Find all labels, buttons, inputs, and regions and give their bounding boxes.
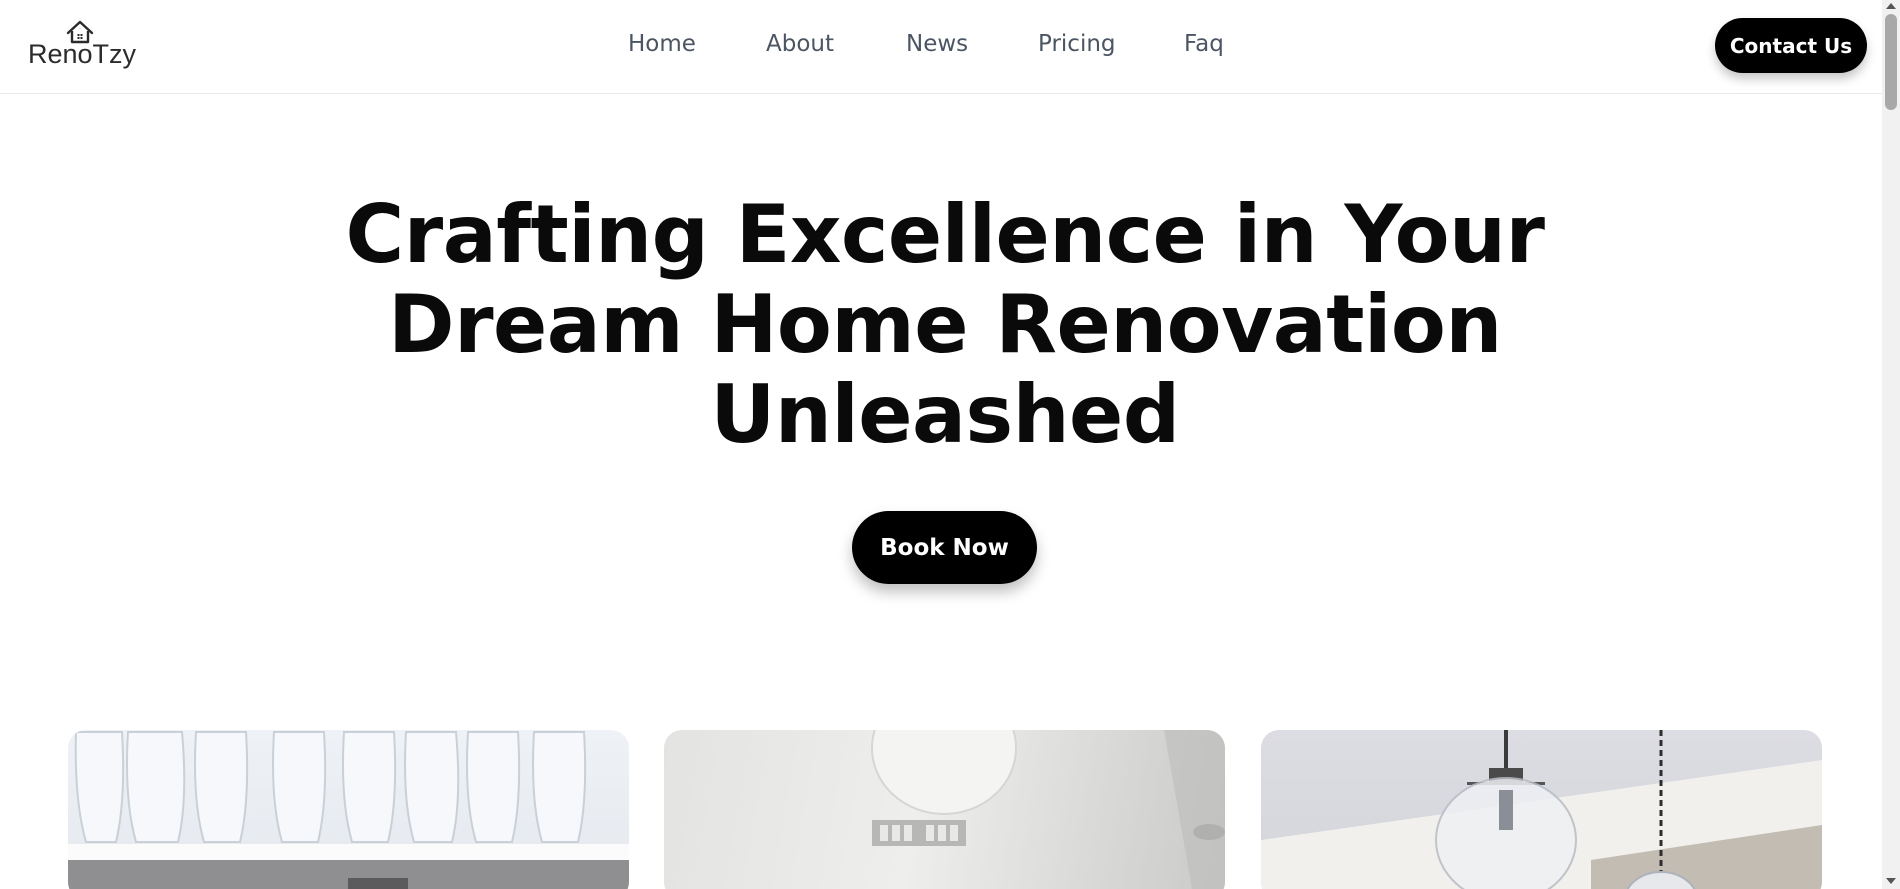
nav-about[interactable]: About (766, 31, 834, 57)
gallery-card-pendant-lights[interactable] (1261, 730, 1822, 889)
logo-text: RenoTzy (28, 39, 137, 69)
nav-pricing[interactable]: Pricing (1038, 31, 1116, 57)
scroll-down-arrow-icon[interactable] (1886, 878, 1896, 884)
logo[interactable]: RenoTzy (28, 20, 138, 72)
gallery-card-glass-shelf[interactable] (68, 730, 629, 889)
book-now-button[interactable]: Book Now (852, 511, 1037, 584)
landing-page: RenoTzy Home About News Pricing Faq Cont… (0, 0, 1900, 889)
page-scrollbar[interactable] (1882, 0, 1900, 889)
pendant-lights-photo (1261, 730, 1822, 889)
scroll-up-arrow-icon[interactable] (1886, 3, 1896, 9)
hero-title: Crafting Excellence in Your Dream Home R… (345, 188, 1545, 461)
glass-shelf-photo (68, 731, 629, 889)
ceiling-lamp-photo (871, 730, 1225, 889)
nav-home[interactable]: Home (628, 31, 696, 57)
site-header: RenoTzy Home About News Pricing Faq Cont… (0, 0, 1882, 94)
gallery-card-ceiling-lamp[interactable] (664, 730, 1225, 889)
nav-news[interactable]: News (906, 31, 968, 57)
contact-us-button[interactable]: Contact Us (1715, 18, 1867, 73)
scroll-thumb[interactable] (1885, 14, 1897, 110)
nav-faq[interactable]: Faq (1184, 31, 1224, 57)
